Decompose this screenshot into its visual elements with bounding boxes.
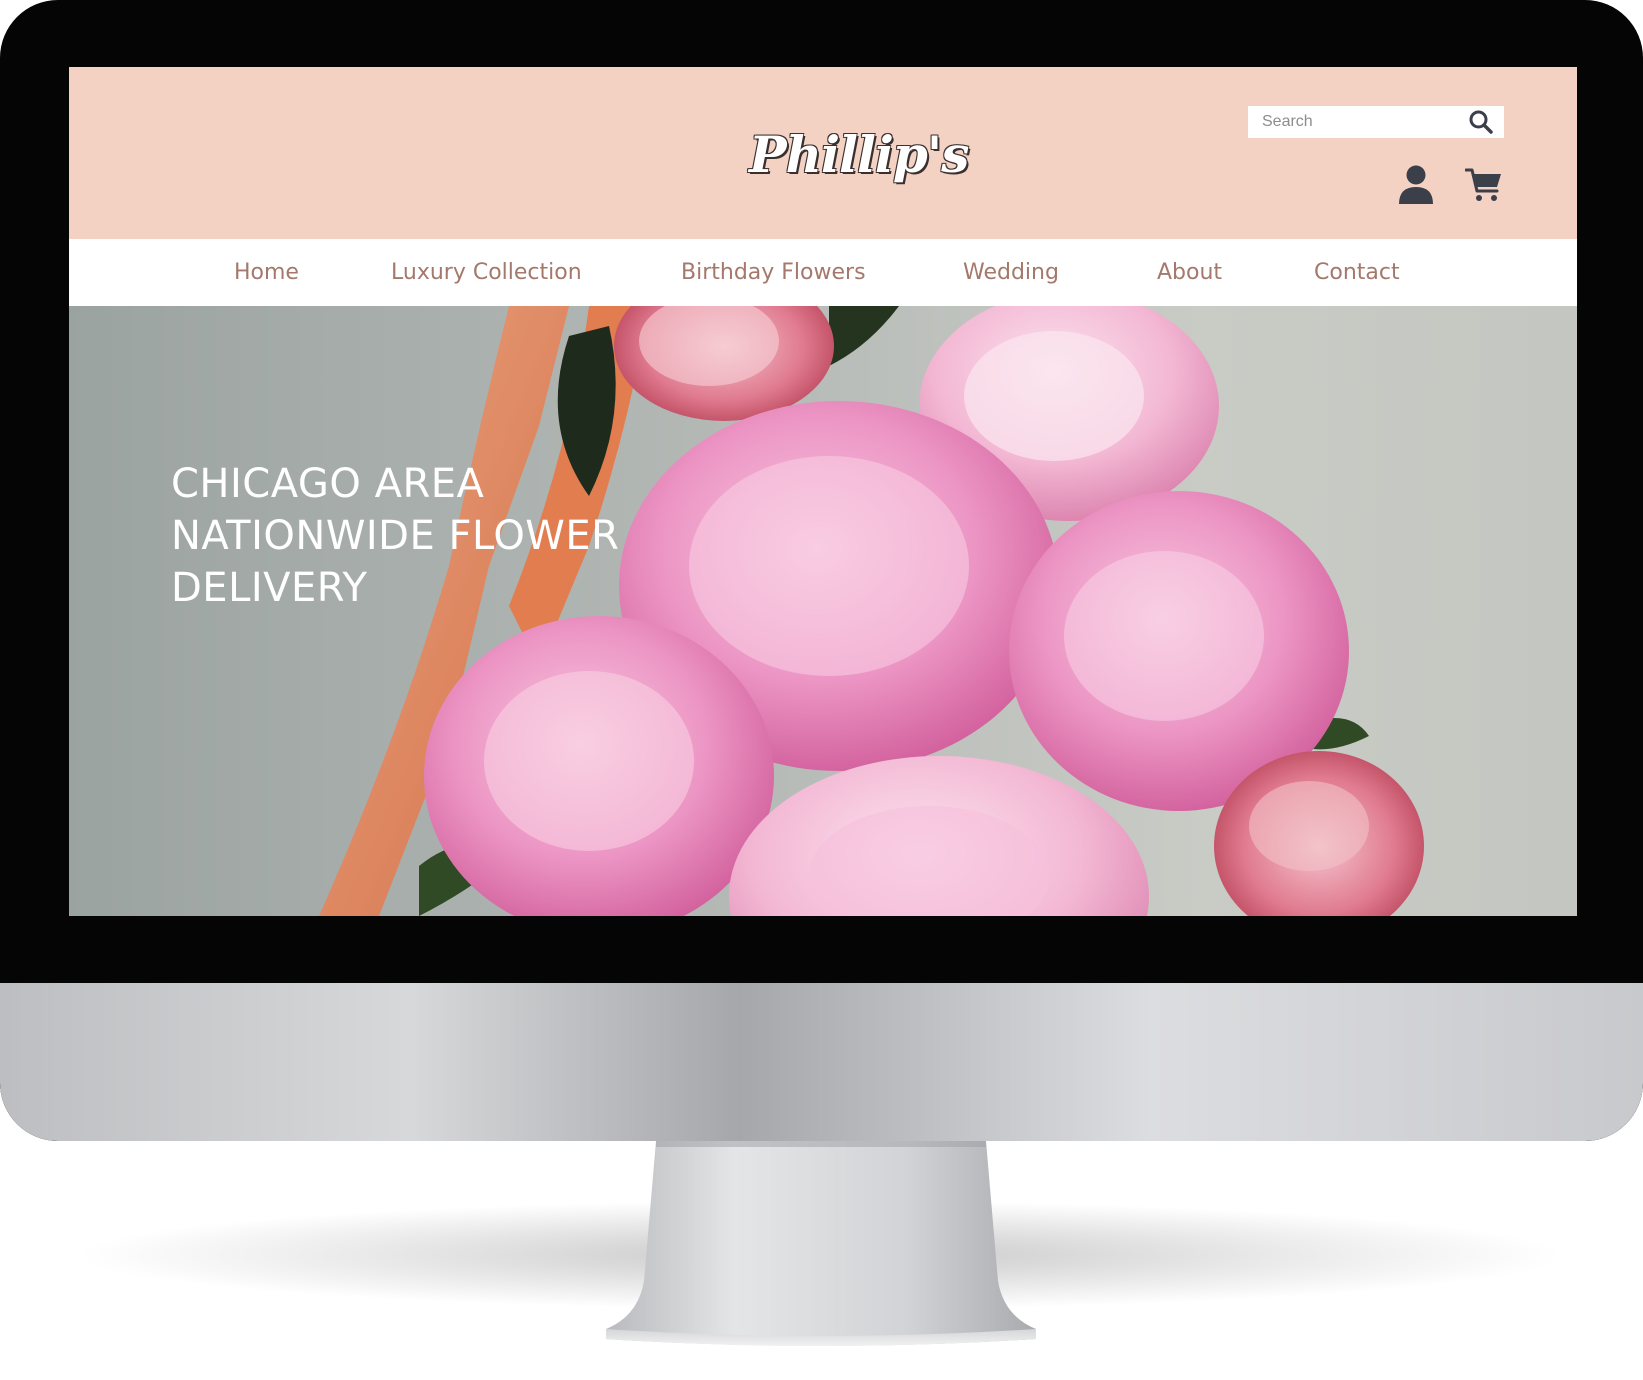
nav-item-birthday-flowers[interactable]: Birthday Flowers: [681, 239, 866, 306]
nav-item-wedding[interactable]: Wedding: [963, 239, 1059, 306]
monitor-chin: [0, 983, 1643, 1141]
nav-item-luxury-collection[interactable]: Luxury Collection: [391, 239, 582, 306]
main-nav: Home Luxury Collection Birthday Flowers …: [69, 239, 1577, 306]
hero-headline-line-3: DELIVERY: [171, 565, 368, 611]
nav-item-about[interactable]: About: [1157, 239, 1222, 306]
hero-banner: CHICAGO AREA NATIONWIDE FLOWER DELIVERY: [69, 306, 1577, 916]
nav-item-home[interactable]: Home: [234, 239, 299, 306]
search-box: [1248, 106, 1504, 138]
search-icon[interactable]: [1468, 109, 1494, 135]
user-icon[interactable]: [1397, 164, 1435, 204]
logo[interactable]: Phillip's: [749, 105, 969, 205]
header-bar: Phillip's: [69, 67, 1577, 239]
monitor-stand: [606, 1141, 1036, 1346]
nav-item-contact[interactable]: Contact: [1314, 239, 1400, 306]
cart-icon[interactable]: [1465, 166, 1503, 204]
hero-headline-line-2: NATIONWIDE FLOWER: [171, 513, 620, 559]
website-screen: Phillip's Home Luxury: [69, 67, 1577, 916]
logo-wordmark: Phillip's: [749, 125, 969, 184]
hero-headline: CHICAGO AREA NATIONWIDE FLOWER DELIVERY: [171, 458, 731, 614]
hero-headline-line-1: CHICAGO AREA: [171, 461, 485, 507]
monitor-frame: Phillip's Home Luxury: [0, 0, 1643, 1141]
search-input[interactable]: [1248, 106, 1448, 138]
